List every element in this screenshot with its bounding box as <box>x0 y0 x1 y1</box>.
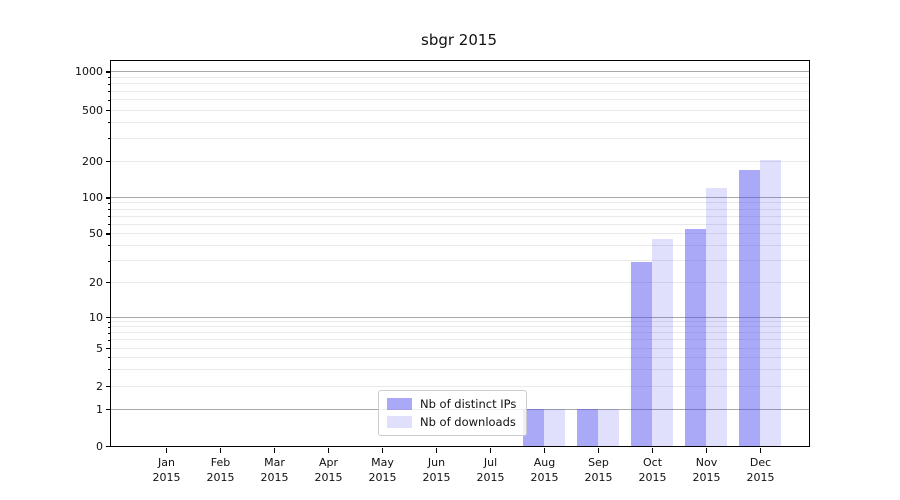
y-tick-label-1000: 1000 <box>43 65 103 79</box>
y-minortick-400 <box>108 122 111 123</box>
plot-area <box>110 60 810 447</box>
bar-downloads-oct <box>652 239 673 446</box>
gridline-minor-500 <box>111 110 809 111</box>
x-tick-jul <box>490 448 492 453</box>
bar-distinct-ips-sep <box>577 409 598 446</box>
y-tick-1000 <box>106 71 111 73</box>
x-tick-dec <box>760 448 762 453</box>
y-tick-label-20: 20 <box>43 276 103 290</box>
y-minortick-7 <box>108 333 111 334</box>
y-minortick-600 <box>108 100 111 101</box>
gridline-minor-400 <box>111 122 809 123</box>
gridline-minor-200 <box>111 161 809 162</box>
y-tick-20 <box>106 282 111 284</box>
x-tick-may <box>382 448 384 453</box>
bar-distinct-ips-dec <box>739 170 760 446</box>
y-tick-label-100: 100 <box>43 191 103 205</box>
x-tick-label-nov: Nov 2015 <box>680 455 734 485</box>
y-minortick-80 <box>108 209 111 210</box>
legend: Nb of distinct IPs Nb of downloads <box>378 390 527 436</box>
gridline-minor-700 <box>111 91 809 92</box>
gridline-minor-80 <box>111 209 809 210</box>
x-tick-label-aug: Aug 2015 <box>518 455 572 485</box>
x-tick-label-jan: Jan 2015 <box>140 455 194 485</box>
x-tick-mar <box>274 448 276 453</box>
bar-downloads-sep <box>598 409 619 446</box>
x-tick-label-jul: Jul 2015 <box>464 455 518 485</box>
x-tick-jun <box>436 448 438 453</box>
bar-downloads-nov <box>706 188 727 446</box>
y-minortick-8 <box>108 327 111 328</box>
y-minortick-90 <box>108 203 111 204</box>
gridline-minor-300 <box>111 138 809 139</box>
y-tick-label-50: 50 <box>43 227 103 241</box>
x-tick-label-feb: Feb 2015 <box>194 455 248 485</box>
chart-title: sbgr 2015 <box>110 31 808 49</box>
y-tick-10 <box>106 317 111 319</box>
y-minortick-70 <box>108 216 111 217</box>
y-tick-2 <box>106 386 111 388</box>
y-tick-label-0: 0 <box>43 440 103 454</box>
y-tick-label-10: 10 <box>43 311 103 325</box>
gridline-minor-600 <box>111 99 809 100</box>
y-minortick-30 <box>108 261 111 262</box>
y-tick-label-200: 200 <box>43 155 103 169</box>
gridline-major-1000 <box>111 71 809 72</box>
x-tick-sep <box>598 448 600 453</box>
x-tick-label-apr: Apr 2015 <box>302 455 356 485</box>
y-tick-500 <box>106 110 111 112</box>
x-tick-label-dec: Dec 2015 <box>734 455 788 485</box>
y-tick-0 <box>106 446 111 448</box>
legend-item-downloads: Nb of downloads <box>387 415 516 429</box>
y-minortick-40 <box>108 245 111 246</box>
gridline-minor-70 <box>111 216 809 217</box>
x-tick-aug <box>544 448 546 453</box>
y-minortick-60 <box>108 224 111 225</box>
x-tick-oct <box>652 448 654 453</box>
y-tick-label-2: 2 <box>43 380 103 394</box>
legend-swatch-distinct-ips <box>387 398 412 410</box>
x-tick-apr <box>328 448 330 453</box>
bar-distinct-ips-nov <box>685 229 706 446</box>
y-tick-200 <box>106 161 111 163</box>
x-tick-label-sep: Sep 2015 <box>572 455 626 485</box>
y-tick-5 <box>106 348 111 350</box>
gridline-minor-60 <box>111 224 809 225</box>
gridline-major-100 <box>111 197 809 198</box>
y-minortick-900 <box>108 77 111 78</box>
y-tick-50 <box>106 233 111 235</box>
y-minortick-9 <box>108 322 111 323</box>
x-tick-label-mar: Mar 2015 <box>248 455 302 485</box>
gridline-minor-800 <box>111 83 809 84</box>
y-minortick-3 <box>108 369 111 370</box>
y-tick-label-1: 1 <box>43 403 103 417</box>
x-tick-label-jun: Jun 2015 <box>410 455 464 485</box>
y-minortick-4 <box>108 357 111 358</box>
y-tick-100 <box>106 197 111 199</box>
legend-label-distinct-ips: Nb of distinct IPs <box>420 397 516 411</box>
x-tick-jan <box>166 448 168 453</box>
y-minortick-300 <box>108 138 111 139</box>
y-minortick-6 <box>108 340 111 341</box>
legend-swatch-downloads <box>387 416 412 428</box>
gridline-minor-90 <box>111 202 809 203</box>
y-minortick-800 <box>108 84 111 85</box>
bar-downloads-aug <box>544 409 565 446</box>
y-tick-label-5: 5 <box>43 342 103 356</box>
x-tick-feb <box>220 448 222 453</box>
x-tick-nov <box>706 448 708 453</box>
y-minortick-700 <box>108 91 111 92</box>
y-tick-1 <box>106 409 111 411</box>
bar-downloads-dec <box>760 160 781 446</box>
gridline-minor-900 <box>111 77 809 78</box>
legend-item-distinct-ips: Nb of distinct IPs <box>387 397 516 411</box>
x-tick-label-oct: Oct 2015 <box>626 455 680 485</box>
figure: sbgr 2015 0 1 2 5 10 20 50 100 200 500 1000 Jan 20… <box>0 0 900 500</box>
bar-distinct-ips-oct <box>631 262 652 446</box>
y-tick-label-500: 500 <box>43 104 103 118</box>
legend-label-downloads: Nb of downloads <box>420 415 516 429</box>
x-tick-label-may: May 2015 <box>356 455 410 485</box>
